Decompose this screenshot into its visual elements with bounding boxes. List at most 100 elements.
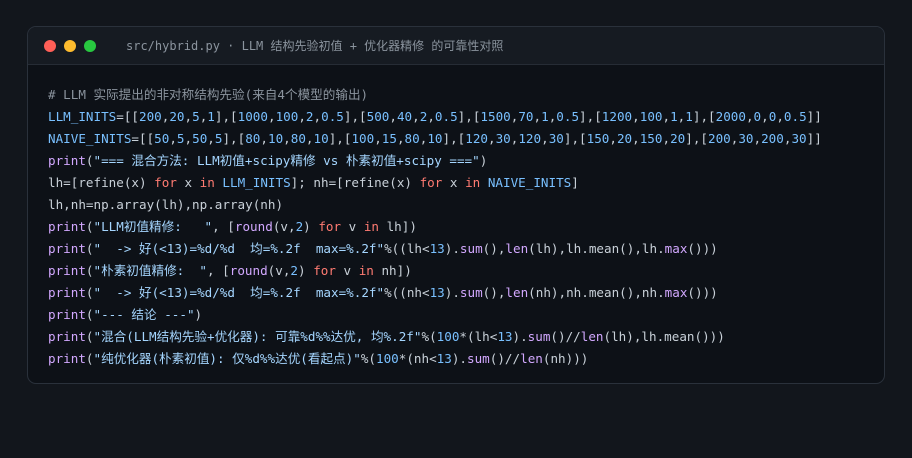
code-token: 150 [586,131,610,146]
code-token: *(nh< [398,351,437,366]
code-token: 13 [436,351,452,366]
code-token: print [48,351,86,366]
code-token: for [154,175,177,190]
code-token: ). [444,285,460,300]
code-token: 100 [351,131,375,146]
code-token: %( [360,351,376,366]
code-token: 1500 [480,109,511,124]
code-token: print [48,263,86,278]
code-token: 200 [761,131,784,146]
code-token: in [363,219,379,234]
code-token: ( [85,285,94,300]
code-token: 20 [169,109,185,124]
code-token: 0.5 [556,109,580,124]
code-token: x [176,175,200,190]
code-token: ] [571,175,579,190]
code-token: 10 [267,131,284,146]
code-token: lh,nh=np.array(lh),np.array(nh) [48,197,284,212]
code-token: , [305,131,314,146]
code-token: , [745,109,754,124]
code-token: , [761,109,769,124]
code-token: 1 [685,109,693,124]
code-line: print("朴素初值精修: ", [round(v,2) for v in n… [48,260,822,282]
code-token: , [207,131,215,146]
code-token: =[[ [116,109,139,124]
code-token: ()// [550,329,581,344]
code-token: 1 [541,109,549,124]
code-token: ())) [687,285,718,300]
code-token: 30 [791,131,807,146]
code-token: ],[ [214,109,238,124]
code-token: , [753,131,762,146]
code-token: 2 [290,263,299,278]
code-token: , [412,109,420,124]
code-token: "--- 结论 ---" [93,307,195,322]
code-line: lh=[refine(x) for x in LLM_INITS]; nh=[r… [48,172,822,194]
code-token: 20 [670,131,686,146]
code-token: 80 [245,131,261,146]
code-token: 13 [497,329,513,344]
code-token: ( [85,351,94,366]
code-token: LLM_INITS [48,109,117,124]
code-token: "LLM初值精修: " [93,219,213,234]
code-line: print("--- 结论 ---") [48,304,822,326]
code-token: lh]) [379,219,417,234]
code-token: 80 [290,131,306,146]
code-token: , [609,131,617,146]
code-token: "朴素初值精修: " [93,263,207,278]
code-token: , [ [212,219,235,234]
code-token: NAIVE_INITS [48,131,132,146]
code-token: 10 [313,131,329,146]
code-token: ]] [806,109,822,124]
code-token: , [184,109,193,124]
code-token: , [389,109,397,124]
code-token: ],[ [685,131,708,146]
code-token: ]] [806,131,822,146]
code-token: , [184,131,193,146]
code-token: ). [444,241,460,256]
code-token: print [48,219,86,234]
code-token: (v, [272,219,296,234]
code-token: 500 [366,109,390,124]
code-token: , [169,131,177,146]
code-token: 2 [305,109,314,124]
code-token: 0.5 [321,109,344,124]
code-token: print [48,241,86,256]
code-token: x [442,175,466,190]
code-token: in [465,175,481,190]
code-token: , [662,131,671,146]
code-token: , [396,131,405,146]
code-window: src/hybrid.py · LLM 结构先验初值 + 优化器精修 的可靠性对… [27,26,885,384]
code-token: # LLM 实际提出的非对称结构先验(来自4个模型的输出) [48,87,369,102]
code-token: ],[ [457,109,481,124]
code-token: len [505,241,529,256]
code-token: , [260,131,268,146]
code-token: 30 [738,131,754,146]
code-token: 0.5 [783,109,807,124]
close-window-button[interactable] [44,39,56,52]
code-token: ())) [687,241,718,256]
zoom-window-button[interactable] [84,39,96,52]
code-token: len [505,285,529,300]
code-token: lh=[refine(x) [48,175,155,190]
code-token: "=== 混合方法: LLM初值+scipy精修 vs 朴素初值+scipy =… [93,153,480,168]
code-token: , [541,131,549,146]
code-token: 1000 [237,109,268,124]
code-token: 100 [639,109,663,124]
code-token: , [632,131,640,146]
code-token: ],[ [442,131,466,146]
window-title: src/hybrid.py · LLM 结构先验初值 + 优化器精修 的可靠性对… [126,39,504,53]
code-token: len [520,351,543,366]
minimize-window-button[interactable] [64,39,76,52]
code-token: ],[ [579,109,602,124]
code-line: print(" -> 好(<13)=%d/%d 均=%.2f max=%.2f"… [48,282,822,304]
code-token: 20 [616,131,633,146]
code-token: 200 [707,131,731,146]
code-token: LLM_INITS [222,175,291,190]
code-token: 1 [207,109,215,124]
code-line: print(" -> 好(<13)=%d/%d 均=%.2f max=%.2f"… [48,238,822,260]
code-token: ) [194,307,203,322]
code-token: 120 [465,131,488,146]
code-token: print [48,307,86,322]
code-token: len [580,329,604,344]
